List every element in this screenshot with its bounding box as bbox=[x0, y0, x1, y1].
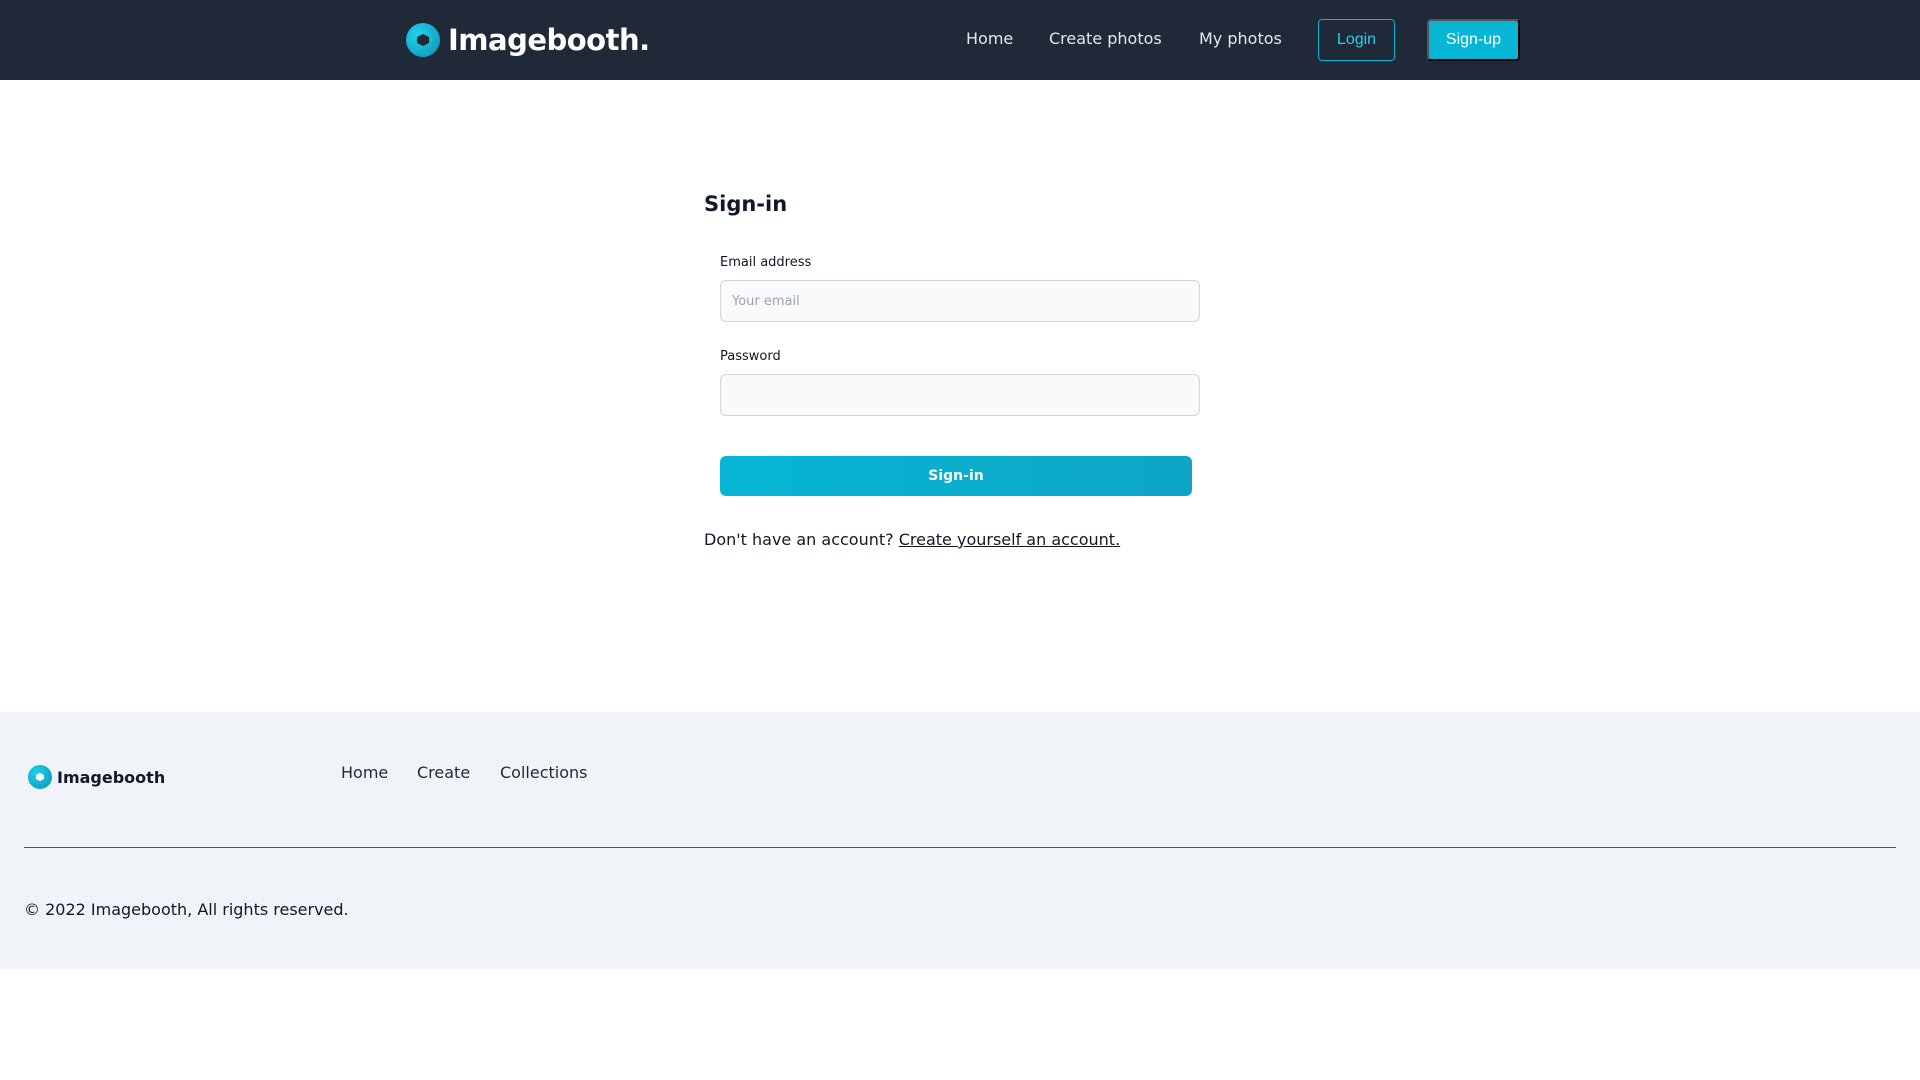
password-label: Password bbox=[720, 349, 781, 364]
page-title: Sign-in bbox=[704, 192, 788, 216]
signup-button[interactable]: Sign-up bbox=[1427, 19, 1520, 61]
footer-brand-link[interactable]: Imagebooth bbox=[28, 765, 165, 789]
imagebooth-logo-icon bbox=[28, 765, 52, 789]
copyright-text: © 2022 Imagebooth, All rights reserved. bbox=[24, 900, 349, 919]
password-input[interactable] bbox=[720, 374, 1200, 416]
footer-link-home[interactable]: Home bbox=[341, 763, 388, 782]
footer-link-collections[interactable]: Collections bbox=[500, 763, 587, 782]
footer-divider bbox=[24, 847, 1896, 848]
nav-my-photos[interactable]: My photos bbox=[1199, 29, 1282, 48]
footer-link-create[interactable]: Create bbox=[417, 763, 470, 782]
site-footer: Imagebooth Home Create Collections © 202… bbox=[0, 712, 1920, 969]
no-account-text: Don't have an account? bbox=[704, 530, 894, 549]
signup-prompt: Don't have an account? Create yourself a… bbox=[704, 530, 1120, 549]
login-button[interactable]: Login bbox=[1318, 19, 1395, 61]
brand-name: Imagebooth. bbox=[448, 23, 650, 57]
create-account-link[interactable]: Create yourself an account. bbox=[899, 530, 1120, 549]
brand-link[interactable]: Imagebooth. bbox=[406, 22, 650, 58]
signin-submit-button[interactable]: Sign-in bbox=[720, 456, 1192, 496]
footer-brand-name: Imagebooth bbox=[57, 767, 166, 787]
email-label: Email address bbox=[720, 255, 812, 270]
email-input[interactable] bbox=[720, 280, 1200, 322]
nav-home[interactable]: Home bbox=[966, 29, 1013, 48]
imagebooth-logo-icon bbox=[406, 23, 440, 57]
top-navbar: Imagebooth. Home Create photos My photos… bbox=[0, 0, 1920, 80]
nav-create-photos[interactable]: Create photos bbox=[1049, 29, 1162, 48]
